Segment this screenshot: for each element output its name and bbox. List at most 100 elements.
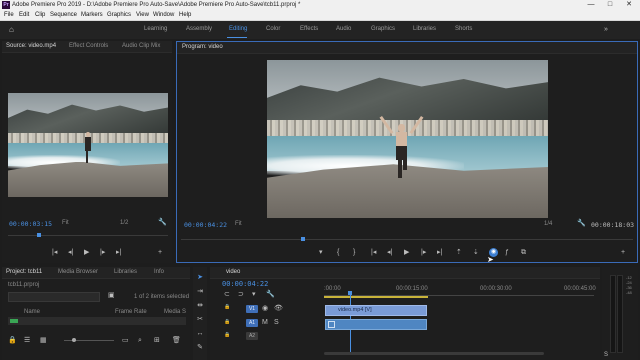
program-playhead[interactable] bbox=[301, 237, 305, 241]
slip-tool-icon[interactable]: ↔ bbox=[194, 329, 206, 339]
menu-graphics[interactable]: Graphics bbox=[107, 11, 131, 19]
source-timecode[interactable]: 00:00:03:15 bbox=[9, 220, 52, 228]
workspace-audio[interactable]: Audio bbox=[336, 26, 351, 32]
source-go-to-out-icon[interactable]: ▸| bbox=[116, 249, 121, 257]
play-icon[interactable]: ▶ bbox=[404, 249, 409, 257]
workspace-color[interactable]: Color bbox=[266, 26, 280, 32]
tab-media-browser[interactable]: Media Browser bbox=[58, 269, 98, 275]
program-settings-wrench-icon[interactable]: 🔧 bbox=[577, 220, 586, 228]
menu-file[interactable]: File bbox=[4, 11, 14, 19]
timeline-playhead-handle[interactable] bbox=[348, 291, 352, 295]
workspaces-overflow-icon[interactable]: » bbox=[604, 26, 608, 34]
home-icon[interactable]: ⌂ bbox=[9, 26, 14, 34]
tab-libraries[interactable]: Libraries bbox=[114, 269, 137, 275]
ripple-edit-tool-icon[interactable]: ⇹ bbox=[194, 301, 206, 311]
source-fit-select[interactable]: Fit bbox=[62, 220, 69, 226]
step-forward-icon[interactable]: |▸ bbox=[421, 249, 426, 257]
audio-clip[interactable] bbox=[325, 319, 427, 330]
mark-in-icon[interactable]: { bbox=[337, 249, 339, 257]
new-item-icon[interactable]: ⊞ bbox=[154, 337, 160, 345]
source-add-button-icon[interactable]: + bbox=[158, 249, 162, 257]
add-marker-icon[interactable]: ▾ bbox=[319, 249, 323, 257]
workspace-shorts[interactable]: Shorts bbox=[455, 26, 472, 32]
menu-markers[interactable]: Markers bbox=[81, 11, 103, 19]
lock-icon[interactable]: 🔒 bbox=[8, 337, 17, 345]
v1-toggle-output-icon[interactable]: ◉ bbox=[262, 305, 268, 313]
timeline-timecode[interactable]: 00:00:04:22 bbox=[222, 280, 268, 288]
track-a1-label[interactable]: A1 bbox=[246, 319, 258, 327]
source-step-forward-icon[interactable]: |▸ bbox=[100, 249, 105, 257]
razor-tool-icon[interactable]: ✂ bbox=[194, 315, 206, 325]
linked-selection-icon[interactable]: ⊃ bbox=[238, 291, 244, 299]
search-icon[interactable]: ⌕ bbox=[138, 337, 142, 345]
timeline-scrollbar[interactable] bbox=[324, 352, 544, 355]
tab-project[interactable]: Project: tcb11 bbox=[6, 269, 42, 275]
maximize-icon[interactable]: □ bbox=[603, 0, 617, 10]
menu-sequence[interactable]: Sequence bbox=[50, 11, 77, 19]
program-resolution-select[interactable]: 1/4 bbox=[544, 221, 552, 227]
snap-icon[interactable]: ⊂ bbox=[224, 291, 230, 299]
track-v1-label[interactable]: V1 bbox=[246, 305, 258, 313]
menu-view[interactable]: View bbox=[136, 11, 149, 19]
comparison-view-icon[interactable]: ⧉ bbox=[521, 249, 526, 257]
a1-solo-icon[interactable]: S bbox=[274, 319, 279, 327]
source-playhead[interactable] bbox=[37, 233, 41, 237]
folder-icon[interactable]: ▣ bbox=[108, 292, 115, 300]
work-area-bar[interactable] bbox=[324, 296, 428, 298]
minimize-icon[interactable]: — bbox=[584, 0, 598, 10]
trash-icon[interactable]: 🗑 bbox=[172, 337, 181, 345]
track-select-tool-icon[interactable]: ⇥ bbox=[194, 287, 206, 297]
project-search-input[interactable] bbox=[8, 292, 100, 302]
step-back-icon[interactable]: ◂| bbox=[387, 249, 392, 257]
program-fit-select[interactable]: Fit bbox=[235, 221, 242, 227]
a1-lock-icon[interactable]: 🔒 bbox=[224, 318, 230, 326]
track-a2-label[interactable]: A2 bbox=[246, 332, 258, 340]
source-step-back-icon[interactable]: ◂| bbox=[68, 249, 73, 257]
column-media-start[interactable]: Media S bbox=[164, 309, 186, 315]
workspace-effects[interactable]: Effects bbox=[300, 26, 318, 32]
tab-effect-controls[interactable]: Effect Controls bbox=[69, 43, 108, 49]
column-name[interactable]: Name bbox=[24, 309, 40, 315]
go-to-in-icon[interactable]: |◂ bbox=[371, 249, 376, 257]
add-marker-timeline-icon[interactable]: ▾ bbox=[252, 291, 256, 299]
program-timecode[interactable]: 00:00:04:22 bbox=[184, 221, 227, 229]
menu-window[interactable]: Window bbox=[153, 11, 174, 19]
source-settings-wrench-icon[interactable]: 🔧 bbox=[158, 219, 167, 227]
workspace-libraries[interactable]: Libraries bbox=[413, 26, 436, 32]
tab-info[interactable]: Info bbox=[154, 269, 164, 275]
source-go-to-in-icon[interactable]: |◂ bbox=[52, 249, 57, 257]
tab-source[interactable]: Source: video.mp4 bbox=[6, 43, 56, 49]
a2-lock-icon[interactable]: 🔒 bbox=[224, 331, 230, 339]
menu-help[interactable]: Help bbox=[179, 11, 191, 19]
source-play-icon[interactable]: ▶ bbox=[84, 249, 89, 257]
workspace-graphics[interactable]: Graphics bbox=[371, 26, 395, 32]
icon-view-icon[interactable]: ▦ bbox=[40, 337, 47, 345]
lift-icon[interactable]: ⇡ bbox=[456, 249, 462, 257]
workspace-assembly[interactable]: Assembly bbox=[186, 26, 212, 32]
tab-program[interactable]: Program: video bbox=[182, 44, 223, 50]
video-clip[interactable]: video.mp4 [V] bbox=[325, 305, 427, 316]
zoom-slider-handle[interactable] bbox=[72, 338, 76, 342]
a1-mute-icon[interactable]: M bbox=[262, 319, 268, 327]
source-resolution-select[interactable]: 1/2 bbox=[120, 220, 128, 226]
new-bin-icon[interactable]: ▭ bbox=[122, 337, 129, 345]
pen-tool-icon[interactable]: ✎ bbox=[194, 343, 206, 353]
selection-tool-icon[interactable]: ➤ bbox=[194, 273, 206, 283]
menu-clip[interactable]: Clip bbox=[35, 11, 45, 19]
workspace-learning[interactable]: Learning bbox=[144, 26, 167, 32]
project-item-row[interactable] bbox=[8, 317, 186, 325]
workspace-editing[interactable]: Editing bbox=[229, 26, 247, 32]
tab-sequence-video[interactable]: video bbox=[226, 269, 240, 275]
meter-solo-icon[interactable]: S bbox=[604, 351, 608, 359]
go-to-out-icon[interactable]: ▸| bbox=[437, 249, 442, 257]
column-frame-rate[interactable]: Frame Rate bbox=[115, 309, 147, 315]
fx-icon[interactable]: ƒ bbox=[505, 249, 509, 257]
v1-eye-icon[interactable]: 👁 bbox=[274, 305, 283, 313]
menu-edit[interactable]: Edit bbox=[19, 11, 29, 19]
extract-icon[interactable]: ⇣ bbox=[473, 249, 479, 257]
timeline-display-settings-icon[interactable]: 🔧 bbox=[266, 291, 275, 299]
close-icon[interactable]: ✕ bbox=[622, 0, 636, 10]
tab-audio-clip-mixer[interactable]: Audio Clip Mix bbox=[122, 43, 160, 49]
mark-out-icon[interactable]: } bbox=[353, 249, 355, 257]
list-view-icon[interactable]: ☰ bbox=[24, 337, 30, 345]
